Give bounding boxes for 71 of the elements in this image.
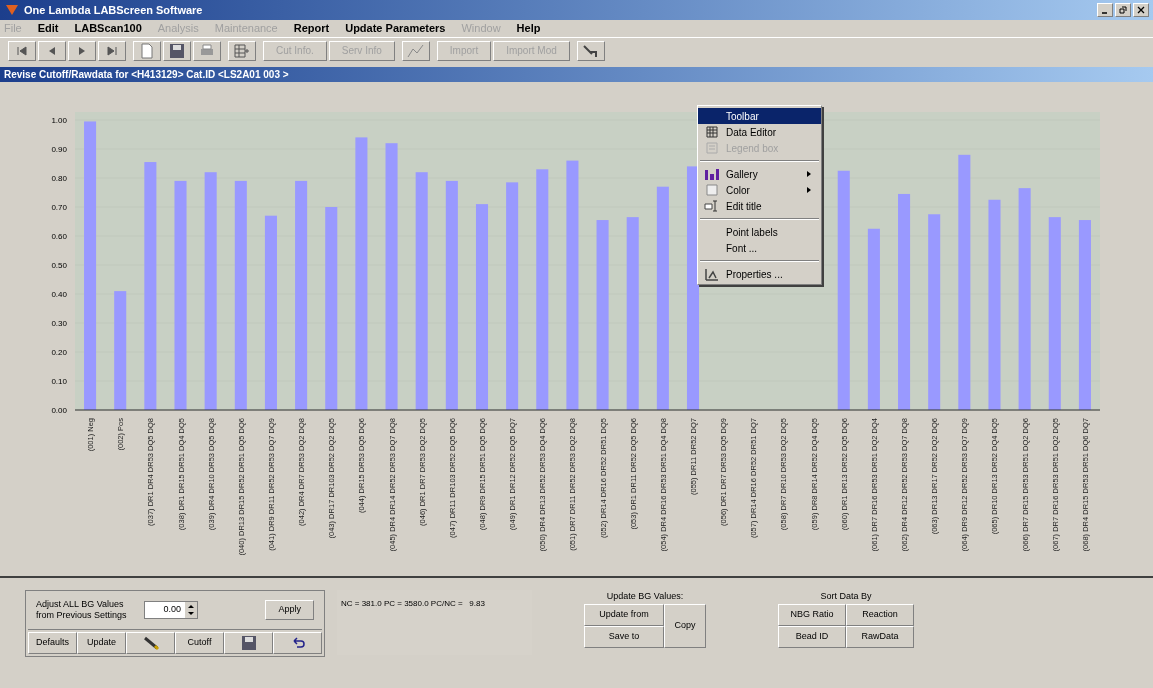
stats-text: NC = 381.0 PC = 3580.0 PC/NC = 9.83 xyxy=(341,599,485,608)
window-title: One Lambda LABScreen Software xyxy=(24,2,203,18)
copy-button[interactable]: Copy xyxy=(664,603,706,648)
panel-button[interactable] xyxy=(224,632,273,654)
update-from-button[interactable]: Update from xyxy=(584,603,664,626)
legend-icon xyxy=(706,142,718,154)
toolbar-button[interactable] xyxy=(68,40,96,61)
context-menu-item[interactable]: Point labels xyxy=(698,224,821,240)
panel-button[interactable] xyxy=(126,632,175,654)
y-tick-label: 0.20 xyxy=(51,348,67,357)
menu-item[interactable]: Edit xyxy=(37,20,59,37)
sort-title: Sort Data By xyxy=(820,590,872,603)
context-menu-item[interactable]: Data Editor xyxy=(698,124,821,140)
sort-button[interactable]: NBG Ratio xyxy=(778,603,846,626)
context-menu-item[interactable]: Toolbar xyxy=(698,108,821,124)
toolbar-button[interactable] xyxy=(98,40,126,61)
grid-icon xyxy=(234,42,250,59)
y-tick-label: 0.40 xyxy=(51,290,67,299)
value-spinner[interactable]: 0.00 xyxy=(144,601,198,619)
toolbar-button[interactable] xyxy=(163,40,191,61)
restore-button[interactable] xyxy=(1115,3,1131,17)
context-menu-item[interactable]: Color xyxy=(698,182,821,198)
y-tick-label: 0.50 xyxy=(51,261,67,270)
y-tick-label: 1.00 xyxy=(51,116,67,125)
y-tick-label: 0.90 xyxy=(51,145,67,154)
toolbar-button[interactable] xyxy=(228,40,256,61)
update-bg-title: Update BG Values: xyxy=(606,590,684,603)
y-tick-label: 0.70 xyxy=(51,203,67,212)
context-menu-item[interactable]: Font ... xyxy=(698,240,821,256)
panel-button[interactable]: Cutoff xyxy=(175,632,224,654)
restore-icon xyxy=(1119,6,1127,14)
minimize-button[interactable] xyxy=(1097,3,1113,17)
close-icon xyxy=(1137,6,1145,14)
save-to-button[interactable]: Save to xyxy=(584,625,664,648)
chart-icon xyxy=(405,42,426,59)
menu-item[interactable]: Update Parameters xyxy=(345,20,446,37)
sort-button[interactable]: RawData xyxy=(846,625,914,648)
last-icon xyxy=(106,44,118,57)
sort-button[interactable]: Reaction xyxy=(846,603,914,626)
panel-button[interactable]: Update xyxy=(77,632,126,654)
adjust-label: Adjust ALL BG Values from Previous Settings xyxy=(36,598,128,622)
child-window-title: Revise Cutoff/Rawdata for <H413129> Cat.ID <LS2A01 003 > xyxy=(4,68,289,82)
y-tick-label: 0.80 xyxy=(51,174,67,183)
bar-chart-icon xyxy=(704,168,720,180)
apply-button[interactable]: Apply xyxy=(265,600,314,620)
y-tick-label: 0.60 xyxy=(51,232,67,241)
context-menu-item[interactable]: Properties ... xyxy=(698,266,821,282)
properties-icon xyxy=(704,266,720,282)
y-tick-label: 0.10 xyxy=(51,377,67,386)
sort-button[interactable]: Bead ID xyxy=(778,625,846,648)
y-tick-label: 0.30 xyxy=(51,319,67,328)
title-icon xyxy=(704,200,720,212)
context-menu-item[interactable]: Gallery xyxy=(698,166,821,182)
first-icon xyxy=(16,44,28,57)
color-swatch-icon xyxy=(706,184,718,196)
toolbar-button[interactable] xyxy=(38,40,66,61)
y-tick-label: 0.00 xyxy=(51,406,67,415)
panel-button[interactable] xyxy=(273,632,322,654)
toolbar-button[interactable] xyxy=(8,40,36,61)
menu-item[interactable]: Help xyxy=(516,20,541,37)
grid-icon xyxy=(706,126,718,138)
context-menu-item[interactable]: Edit title xyxy=(698,198,821,214)
save-icon xyxy=(169,42,185,59)
toolbar-button[interactable] xyxy=(576,40,605,61)
panel-button[interactable]: Defaults xyxy=(28,632,77,654)
close-button[interactable] xyxy=(1133,3,1149,17)
menu-item[interactable]: Report xyxy=(293,20,330,37)
menu-item[interactable]: LABScan100 xyxy=(74,20,142,37)
value-input[interactable]: 0.00 xyxy=(145,603,185,617)
save-icon xyxy=(240,635,257,651)
document-icon xyxy=(139,42,155,59)
